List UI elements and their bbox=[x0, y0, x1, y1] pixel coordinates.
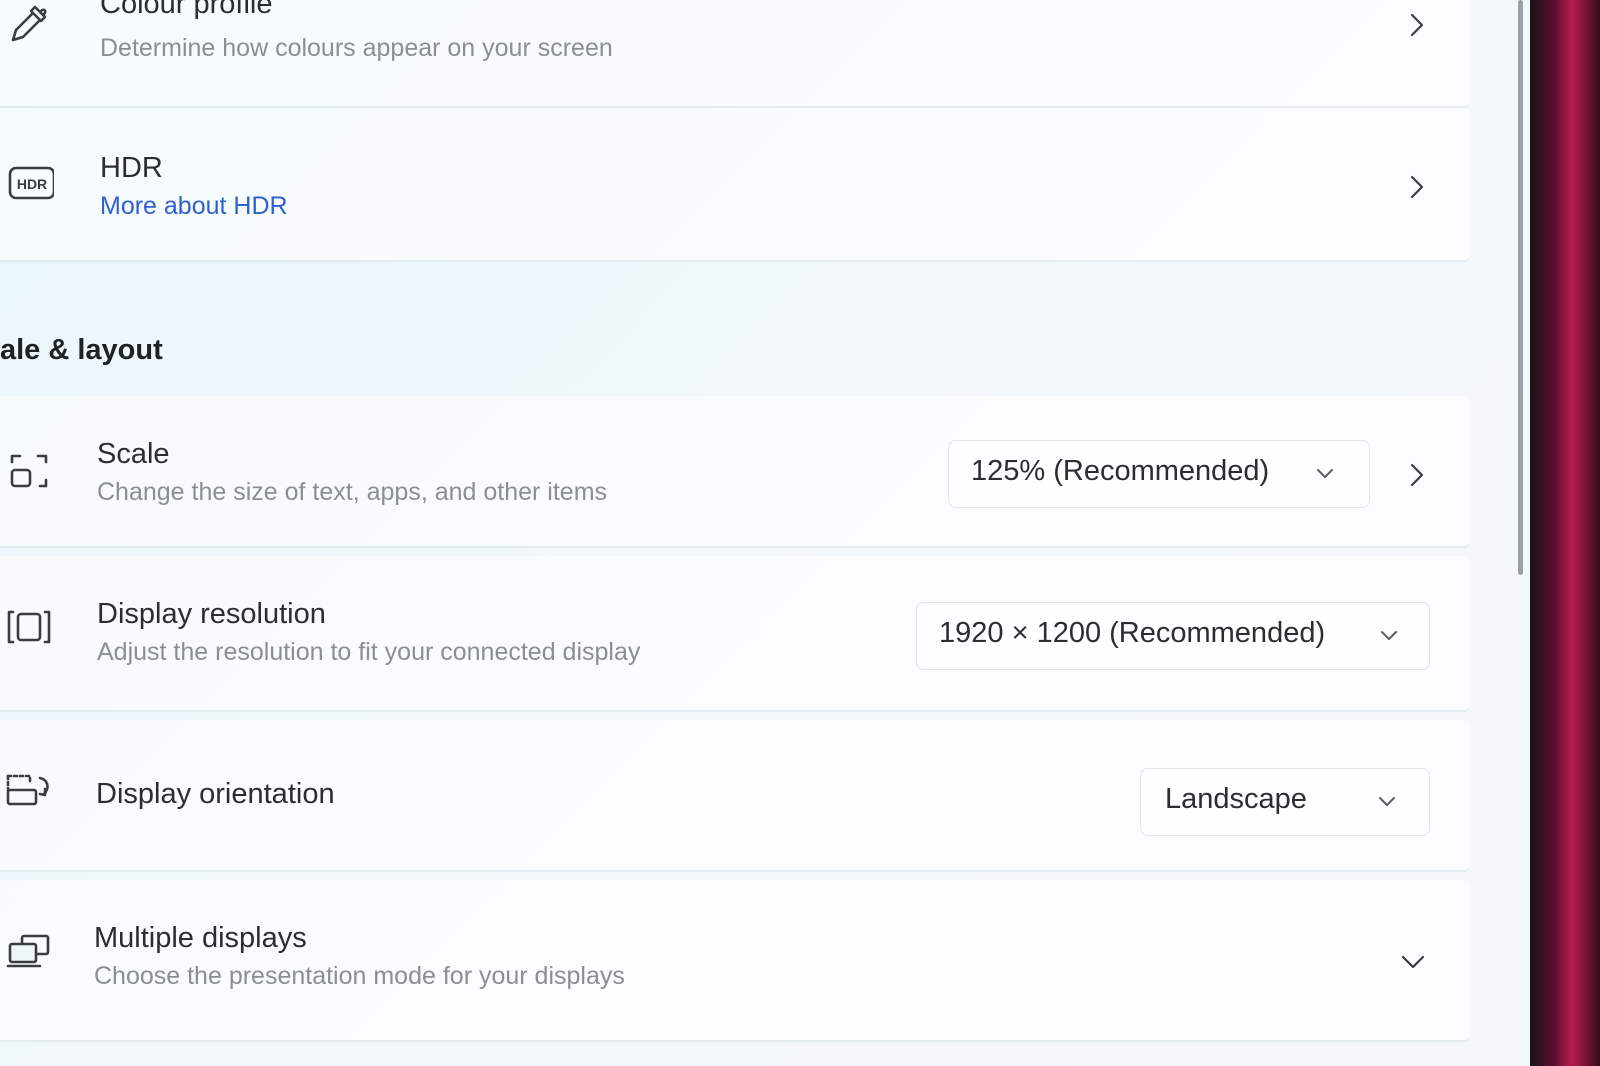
chevron-right-icon bbox=[1410, 463, 1424, 487]
chevron-down-icon[interactable] bbox=[1400, 948, 1426, 974]
chevron-down-icon bbox=[1377, 623, 1401, 647]
chevron-down-icon bbox=[1375, 789, 1399, 813]
display-resolution-dropdown[interactable]: 1920 × 1200 (Recommended) bbox=[916, 602, 1430, 670]
display-orientation-dropdown[interactable]: Landscape bbox=[1140, 768, 1430, 836]
multiple-displays-icon bbox=[4, 926, 54, 976]
section-heading: ale & layout bbox=[0, 334, 163, 366]
more-about-hdr-link[interactable]: More about HDR bbox=[100, 192, 288, 221]
scale-dropdown-value: 125% (Recommended) bbox=[971, 455, 1270, 487]
colour-profile-description: Determine how colours appear on your scr… bbox=[100, 34, 613, 62]
eyedropper-icon bbox=[4, 0, 54, 48]
display-orientation-row: Display orientation Landscape bbox=[0, 720, 1470, 872]
colour-profile-title: Colour profile bbox=[100, 0, 273, 20]
scale-icon bbox=[4, 446, 54, 496]
hdr-icon: HDR bbox=[4, 158, 56, 208]
scale-row: Scale Change the size of text, apps, and… bbox=[0, 396, 1470, 548]
display-resolution-description: Adjust the resolution to fit your connec… bbox=[97, 638, 641, 666]
display-resolution-dropdown-value: 1920 × 1200 (Recommended) bbox=[939, 617, 1326, 649]
scrollbar[interactable] bbox=[1518, 0, 1523, 575]
hdr-row[interactable]: HDR HDR More about HDR bbox=[0, 108, 1470, 262]
rotate-display-icon bbox=[4, 768, 54, 818]
hdr-icon-text: HDR bbox=[17, 176, 47, 192]
resolution-icon bbox=[4, 602, 54, 652]
multiple-displays-row[interactable]: Multiple displays Choose the presentatio… bbox=[0, 880, 1470, 1042]
chevron-down-icon bbox=[1313, 461, 1337, 485]
monitor-bezel bbox=[1530, 0, 1600, 1066]
scale-dropdown[interactable]: 125% (Recommended) bbox=[948, 440, 1370, 508]
display-resolution-row: Display resolution Adjust the resolution… bbox=[0, 556, 1470, 712]
scale-description: Change the size of text, apps, and other… bbox=[97, 478, 608, 506]
chevron-right-icon bbox=[1403, 12, 1429, 38]
hdr-title: HDR bbox=[100, 152, 163, 184]
display-orientation-dropdown-value: Landscape bbox=[1165, 783, 1307, 815]
display-orientation-title: Display orientation bbox=[96, 778, 335, 810]
settings-screen: Colour profile Determine how colours app… bbox=[0, 0, 1530, 1066]
display-resolution-title: Display resolution bbox=[97, 598, 326, 630]
scale-title: Scale bbox=[97, 438, 170, 470]
multiple-displays-title: Multiple displays bbox=[94, 922, 307, 954]
multiple-displays-description: Choose the presentation mode for your di… bbox=[94, 962, 625, 990]
colour-profile-row[interactable]: Colour profile Determine how colours app… bbox=[0, 0, 1470, 108]
scale-open-button[interactable] bbox=[1403, 462, 1429, 488]
chevron-right-icon bbox=[1403, 174, 1429, 200]
